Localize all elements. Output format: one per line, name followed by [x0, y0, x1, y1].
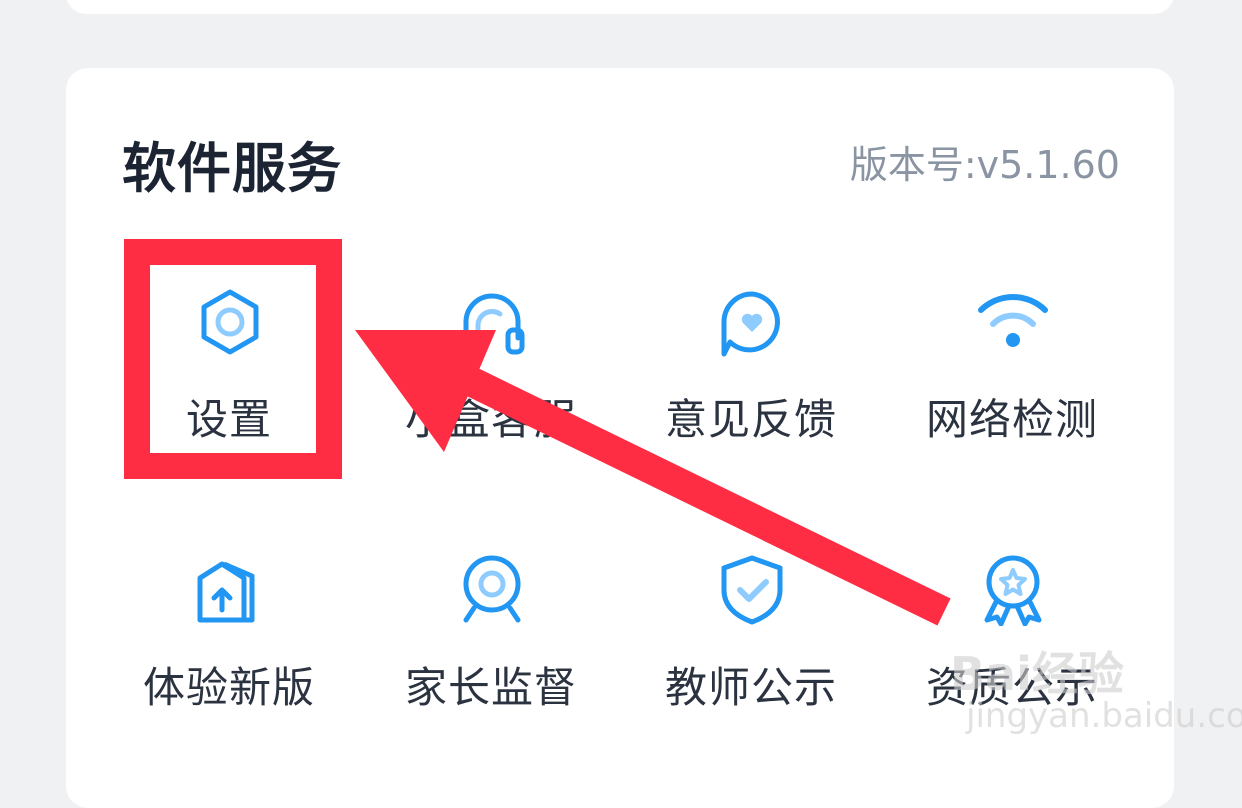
try-new-version-label: 体验新版 [142, 663, 315, 712]
upgrade-house-icon [194, 554, 266, 626]
parent-supervision-label: 家长监督 [404, 663, 577, 712]
shield-check-icon [716, 554, 788, 626]
award-badge-icon [977, 554, 1049, 626]
network-check-button[interactable]: 网络检测 [881, 286, 1143, 486]
highlight-box [124, 239, 342, 479]
headset-icon [456, 286, 528, 358]
section-title: 软件服务 [122, 137, 342, 200]
teacher-notice-label: 教师公示 [664, 663, 837, 712]
wifi-icon [977, 286, 1049, 358]
webcam-icon [456, 554, 528, 626]
version-label: 版本号:v5.1.60 [849, 143, 1120, 187]
watermark-brand: Bai经验 [950, 647, 1124, 701]
previous-card [66, 0, 1174, 14]
feedback-label: 意见反馈 [664, 395, 837, 444]
watermark-url: jingyan.baidu.com [966, 696, 1242, 736]
feedback-button[interactable]: 意见反馈 [620, 286, 882, 486]
teacher-notice-button[interactable]: 教师公示 [620, 554, 882, 754]
parent-supervision-button[interactable]: 家长监督 [360, 554, 622, 754]
customer-service-label: 小盒客服 [404, 395, 577, 444]
heart-chat-icon [716, 286, 788, 358]
baidu-watermark: Bai经验 jingyan.baidu.com [930, 630, 1242, 740]
try-new-version-button[interactable]: 体验新版 [98, 554, 360, 754]
network-check-label: 网络检测 [925, 395, 1098, 444]
customer-service-button[interactable]: 小盒客服 [360, 286, 622, 486]
